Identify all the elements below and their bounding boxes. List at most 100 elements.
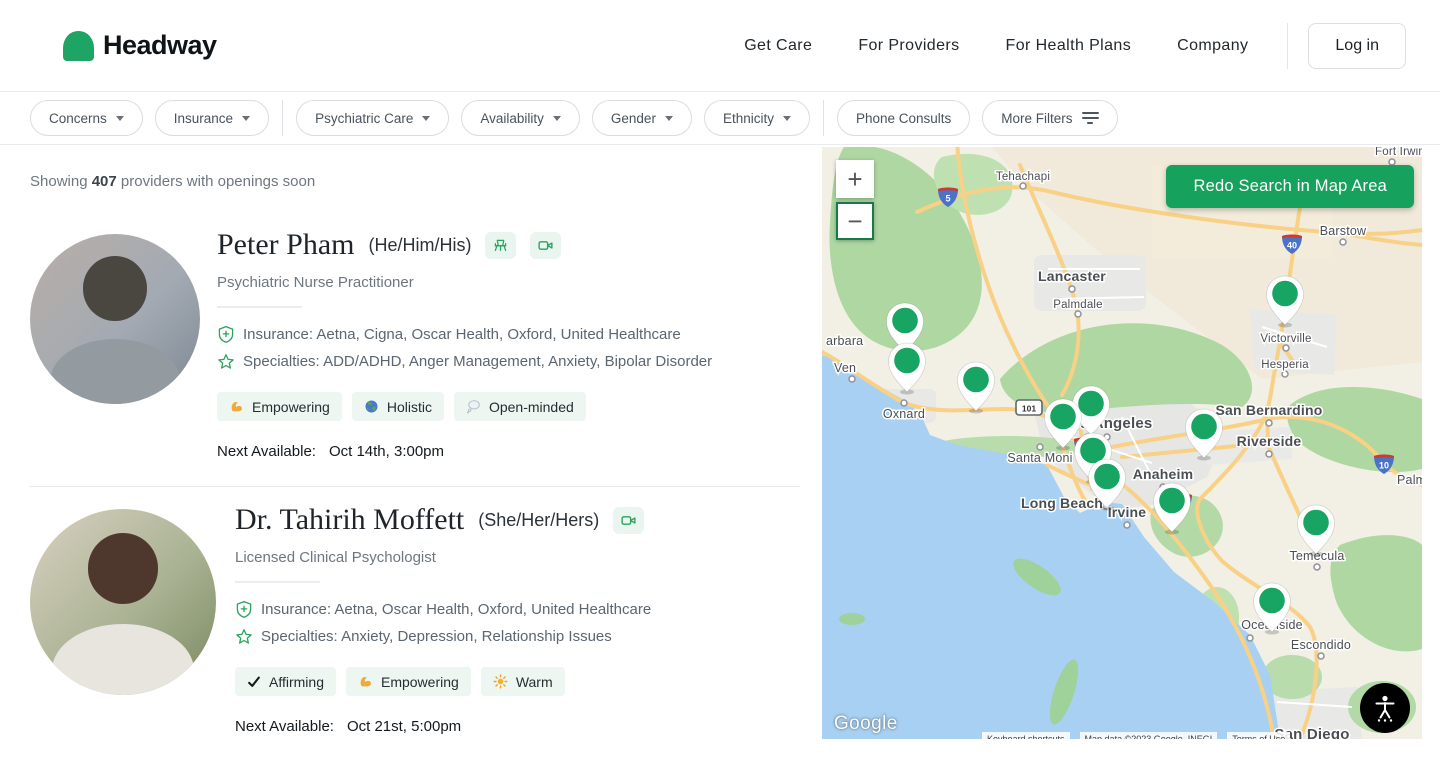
filter-ethnicity[interactable]: Ethnicity: [704, 100, 810, 136]
shield-plus-icon: [217, 325, 235, 344]
map-canvas[interactable]: 5401016051510Fort IrwinTehachapiBarstowL…: [822, 147, 1422, 739]
login-button[interactable]: Log in: [1308, 23, 1406, 69]
filter-psychiatric-care[interactable]: Psychiatric Care: [296, 100, 449, 136]
city-label: Lancaster: [1038, 268, 1106, 284]
check-icon: [247, 675, 261, 689]
map-zoom-in-button[interactable]: +: [836, 160, 874, 198]
city-label: Ven: [834, 361, 856, 375]
city-label: arbara: [826, 334, 863, 348]
specialties-list: Anxiety, Depression, Relationship Issues: [341, 628, 612, 645]
badge-label: Holistic: [387, 399, 432, 415]
nav-get-care[interactable]: Get Care: [744, 37, 812, 55]
provider-card: Peter Pham (He/Him/His) Psychiatric Nurs…: [30, 234, 800, 460]
provider-info: Dr. Tahirih Moffett (She/Her/Hers) Licen…: [216, 509, 651, 735]
keyboard-shortcuts-link[interactable]: Keyboard shortcuts: [982, 732, 1070, 739]
thought-balloon-icon: [466, 399, 481, 414]
shield-plus-icon: [235, 600, 253, 619]
filter-availability[interactable]: Availability: [461, 100, 580, 136]
chevron-down-icon: [553, 116, 561, 121]
svg-text:10: 10: [1379, 461, 1389, 471]
filter-concerns[interactable]: Concerns: [30, 100, 143, 136]
next-available-row: Next Available:Oct 14th, 3:00pm: [217, 443, 712, 460]
filter-phone-consults[interactable]: Phone Consults: [837, 100, 970, 136]
accessibility-person-icon: [1372, 694, 1398, 722]
filter-psychiatric-care-label: Psychiatric Care: [315, 111, 413, 126]
provider-title: Licensed Clinical Psychologist: [235, 549, 651, 566]
next-available-label: Next Available:: [217, 443, 316, 460]
badge-label: Affirming: [269, 674, 324, 690]
insurance-list: Aetna, Cigna, Oscar Health, Oxford, Unit…: [316, 326, 680, 343]
trait-badge: Warm: [481, 667, 565, 696]
provider-photo[interactable]: [30, 509, 216, 695]
filter-gender-label: Gender: [611, 111, 656, 126]
provider-photo[interactable]: [30, 234, 200, 404]
filter-ethnicity-label: Ethnicity: [723, 111, 774, 126]
chevron-down-icon: [783, 116, 791, 121]
highway-shield: 101: [1016, 400, 1042, 415]
provider-name[interactable]: Peter Pham: [217, 228, 354, 262]
sun-icon: [493, 674, 508, 689]
specialties-row: Specialties: Anxiety, Depression, Relati…: [235, 623, 651, 650]
city-dot: [1318, 653, 1324, 659]
city-dot: [1069, 286, 1075, 292]
headway-provider-search-page: Headway Get Care For Providers For Healt…: [0, 0, 1440, 777]
badge-label: Open-minded: [489, 399, 574, 415]
city-dot: [1075, 311, 1081, 317]
results-suffix: providers with openings soon: [121, 173, 315, 190]
filter-concerns-label: Concerns: [49, 111, 107, 126]
city-dot: [1340, 239, 1346, 245]
card-divider: [30, 486, 800, 487]
svg-text:40: 40: [1287, 241, 1297, 251]
city-dot: [901, 400, 907, 406]
filter-group-divider: [282, 100, 283, 136]
next-available-value: Oct 21st, 5:00pm: [347, 718, 461, 735]
muscle-icon: [358, 674, 373, 689]
results-count: 407: [92, 173, 117, 190]
map-zoom-controls: + −: [836, 160, 874, 240]
trait-badges: Empowering Holistic Open-minded: [217, 392, 712, 421]
provider-name[interactable]: Dr. Tahirih Moffett: [235, 503, 464, 537]
filter-more-filters[interactable]: More Filters: [982, 100, 1117, 136]
city-label: Barstow: [1320, 224, 1367, 238]
provider-title: Psychiatric Nurse Practitioner: [217, 274, 712, 291]
badge-label: Warm: [516, 674, 553, 690]
svg-text:101: 101: [1022, 404, 1036, 414]
nav-company[interactable]: Company: [1177, 37, 1248, 55]
svg-text:5: 5: [945, 194, 950, 204]
city-label: Hesperia: [1261, 359, 1309, 371]
redo-search-button[interactable]: Redo Search in Map Area: [1166, 165, 1414, 208]
headway-logo[interactable]: Headway: [63, 30, 217, 61]
specialties-label: Specialties:: [243, 353, 320, 370]
chevron-down-icon: [116, 116, 124, 121]
headway-logo-icon: [63, 31, 94, 61]
filter-insurance-label: Insurance: [174, 111, 233, 126]
map-zoom-out-button[interactable]: −: [836, 202, 874, 240]
map-data-attribution: Map data ©2023 Google, INEGI: [1080, 732, 1218, 739]
filter-gender[interactable]: Gender: [592, 100, 692, 136]
primary-nav: Get Care For Providers For Health Plans …: [698, 23, 1406, 69]
divider: [217, 306, 302, 308]
insurance-label: Insurance:: [261, 601, 331, 618]
map-graphic: 5401016051510Fort IrwinTehachapiBarstowL…: [822, 147, 1422, 739]
accessibility-button[interactable]: [1360, 683, 1410, 733]
nav-divider: [1287, 23, 1288, 69]
next-available-label: Next Available:: [235, 718, 334, 735]
specialties-list: ADD/ADHD, Anger Management, Anxiety, Bip…: [323, 353, 712, 370]
specialties-label: Specialties:: [261, 628, 338, 645]
nav-for-health-plans[interactable]: For Health Plans: [1006, 37, 1132, 55]
city-dot: [1020, 183, 1026, 189]
city-label: Long Beach: [1021, 495, 1103, 511]
filter-insurance[interactable]: Insurance: [155, 100, 269, 136]
top-nav-bar: Headway Get Care For Providers For Healt…: [0, 0, 1440, 92]
city-label: Escondido: [1291, 638, 1351, 652]
city-dot: [1266, 420, 1272, 426]
terms-link[interactable]: Terms of Use: [1227, 732, 1290, 739]
city-label: Riverside: [1237, 433, 1302, 449]
in-person-session-icon: [485, 232, 516, 259]
nav-for-providers[interactable]: For Providers: [858, 37, 959, 55]
filter-bar: Concerns Insurance Psychiatric Care Avai…: [0, 92, 1440, 145]
city-label: Fort Irwin: [1375, 147, 1422, 158]
google-logo: Google: [834, 713, 898, 735]
specialties-row: Specialties: ADD/ADHD, Anger Management,…: [217, 348, 712, 375]
brand-name: Headway: [103, 30, 217, 61]
